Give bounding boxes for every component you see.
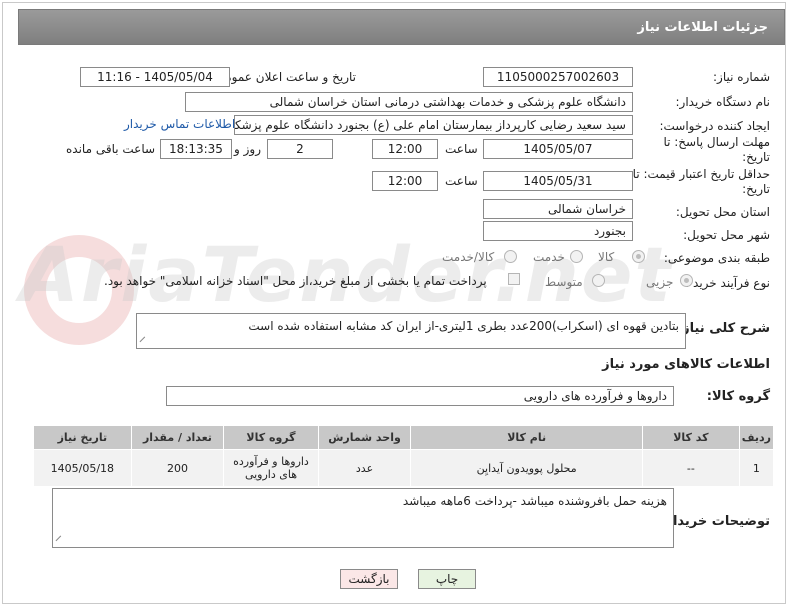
reply-time-field: 12:00 — [372, 139, 438, 159]
reply-time-label: ساعت — [445, 142, 478, 156]
col-row-number: ردیف — [738, 425, 775, 450]
validity-time-field: 12:00 — [372, 171, 438, 191]
header-bar: جزئیات اطلاعات نیاز — [18, 9, 785, 45]
col-unit: واحد شمارش — [317, 425, 412, 450]
need-number-label: شماره نیاز: — [713, 70, 770, 84]
col-need-date: تاریخ نیاز — [33, 425, 132, 450]
description-label: شرح کلی نیاز: — [676, 321, 770, 336]
city-label: شهر محل تحویل: — [683, 228, 770, 242]
cell-need-date: 1405/05/18 — [33, 449, 132, 487]
province-field: خراسان شمالی — [483, 199, 633, 219]
col-quantity: تعداد / مقدار — [130, 425, 225, 450]
contact-buyer-link[interactable]: اطلاعات تماس خریدار — [124, 117, 235, 131]
cell-row-number: 1 — [738, 449, 775, 487]
buyer-org-field: دانشگاه علوم پزشکی و خدمات بهداشتی درمان… — [185, 92, 633, 112]
col-goods-name: نام کالا — [410, 425, 644, 450]
buyer-notes-field: هزینه حمل بافروشنده میباشد -پرداخت 6ماهه… — [52, 488, 674, 548]
category-radio-service[interactable] — [570, 250, 583, 263]
days-field: 2 — [267, 139, 333, 159]
cell-goods-group: داروها و فرآورده های دارویی — [223, 449, 319, 487]
category-radio-goods[interactable] — [632, 250, 645, 263]
reply-deadline-label: مهلت ارسال پاسخ: تا تاریخ: — [663, 135, 770, 164]
col-goods-group: گروه کالا — [223, 425, 319, 450]
announce-date-label: تاریخ و ساعت اعلان عمومی: — [211, 70, 356, 84]
validity-date-field: 1405/05/31 — [483, 171, 633, 191]
category-option-service: خدمت — [533, 250, 565, 264]
goods-group-field: داروها و فرآورده های دارویی — [166, 386, 674, 406]
validity-label: حداقل تاریخ اعتبار قیمت: تا تاریخ: — [632, 167, 770, 196]
category-radio-goods-service[interactable] — [504, 250, 517, 263]
treasury-payment-checkbox[interactable] — [508, 273, 520, 285]
buyer-notes-label: توضیحات خریدار: — [660, 514, 770, 529]
days-label: روز و — [234, 142, 261, 156]
need-number-field: 1105000257002603 — [483, 67, 633, 87]
buyer-notes-text: هزینه حمل بافروشنده میباشد -پرداخت 6ماهه… — [402, 494, 667, 508]
category-label: طبقه بندی موضوعی: — [663, 251, 770, 265]
creator-field: سید سعید رضایی کارپرداز بیمارستان امام ع… — [234, 115, 633, 135]
province-label: استان محل تحویل: — [675, 205, 770, 219]
process-type-label: نوع فرآیند خرید : — [685, 276, 770, 290]
reply-date-field: 1405/05/07 — [483, 139, 633, 159]
validity-time-label: ساعت — [445, 174, 478, 188]
table-row: 1 -- محلول پوویدون آیدایِن عدد داروها و … — [33, 449, 775, 487]
goods-group-label: گروه کالا: — [706, 389, 770, 404]
print-button[interactable]: چاپ — [418, 569, 476, 589]
description-text: بتادین قهوه ای (اسکراب)200عدد بطری 1لیتر… — [248, 319, 679, 333]
cell-unit: عدد — [317, 449, 412, 487]
remaining-time-label: ساعت باقی مانده — [66, 142, 156, 156]
category-option-goods-service: کالا/خدمت — [442, 250, 495, 264]
process-radio-medium[interactable] — [592, 274, 605, 287]
treasury-payment-note: پرداخت تمام یا بخشی از مبلغ خرید،از محل … — [104, 274, 487, 288]
page-title: جزئیات اطلاعات نیاز — [637, 20, 768, 35]
table-header-row: ردیف کد کالا نام کالا واحد شمارش گروه کا… — [33, 425, 775, 450]
category-option-goods: کالا — [598, 250, 615, 264]
remaining-time-field: 18:13:35 — [160, 139, 232, 159]
process-radio-minor[interactable] — [680, 274, 693, 287]
announce-date-field: 1405/05/04 - 11:16 — [80, 67, 230, 87]
process-option-medium: متوسط — [545, 275, 583, 289]
process-option-minor: جزیی — [646, 275, 674, 289]
cell-quantity: 200 — [130, 449, 225, 487]
items-table: ردیف کد کالا نام کالا واحد شمارش گروه کا… — [33, 425, 775, 487]
col-goods-code: کد کالا — [642, 425, 740, 450]
city-field: بجنورد — [483, 221, 633, 241]
cell-goods-code: -- — [642, 449, 740, 487]
goods-info-title: اطلاعات کالاهای مورد نیاز — [602, 357, 770, 372]
creator-label: ایجاد کننده درخواست: — [659, 119, 770, 133]
cell-goods-name: محلول پوویدون آیدایِن — [410, 449, 644, 487]
buyer-org-label: نام دستگاه خریدار: — [675, 95, 771, 109]
back-button[interactable]: بازگشت — [340, 569, 398, 589]
description-field: بتادین قهوه ای (اسکراب)200عدد بطری 1لیتر… — [136, 313, 686, 349]
